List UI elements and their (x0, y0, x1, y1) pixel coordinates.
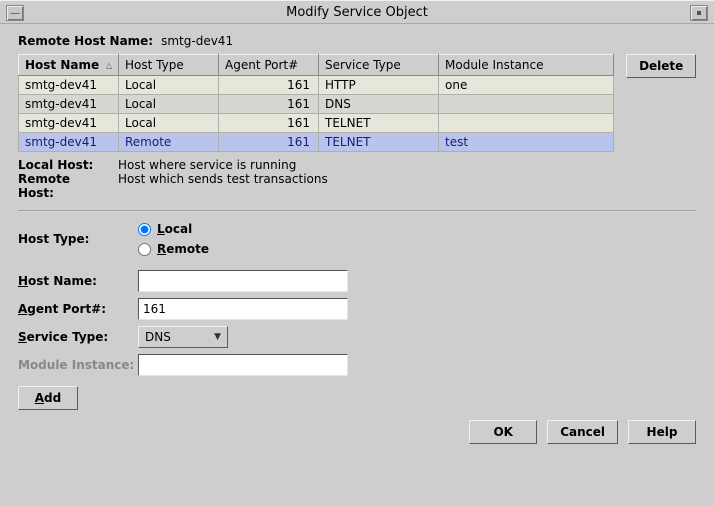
titlebar: — Modify Service Object (0, 0, 714, 24)
window-menu-icon[interactable]: — (6, 5, 24, 21)
dialog-footer: OK Cancel Help (18, 420, 696, 444)
remote-host-label: Remote Host Name: (18, 34, 153, 48)
cell-host_type: Local (119, 76, 219, 95)
cell-agent_port: 161 (219, 114, 319, 133)
cell-host_name: smtg-dev41 (19, 76, 119, 95)
service-type-value: DNS (145, 330, 171, 344)
cell-module_instance: test (439, 133, 614, 152)
service-type-select[interactable]: DNS ▼ (138, 326, 228, 348)
module-instance-label: Module Instance: (18, 358, 138, 372)
cell-agent_port: 161 (219, 76, 319, 95)
window-title: Modify Service Object (286, 5, 428, 20)
cell-service_type: HTTP (319, 76, 439, 95)
table-row[interactable]: smtg-dev41Local161HTTPone (19, 76, 614, 95)
col-module-instance[interactable]: Module Instance (439, 55, 614, 76)
radio-remote-input[interactable] (138, 243, 151, 256)
host-type-label: Host Type: (18, 232, 138, 246)
cell-host_type: Local (119, 114, 219, 133)
sort-asc-icon: △ (106, 61, 112, 70)
legend: Local Host: Host where service is runnin… (18, 158, 696, 200)
separator (18, 210, 696, 212)
cell-service_type: TELNET (319, 133, 439, 152)
cell-agent_port: 161 (219, 95, 319, 114)
radio-local[interactable]: Local (138, 222, 209, 236)
radio-remote[interactable]: Remote (138, 242, 209, 256)
legend-local-desc: Host where service is running (118, 158, 296, 172)
col-host-name[interactable]: Host Name △ (19, 55, 119, 76)
cell-host_type: Remote (119, 133, 219, 152)
window-max-icon[interactable] (690, 5, 708, 21)
ok-button[interactable]: OK (469, 420, 537, 444)
table-row[interactable]: smtg-dev41Remote161TELNETtest (19, 133, 614, 152)
chevron-down-icon: ▼ (214, 332, 221, 342)
cell-agent_port: 161 (219, 133, 319, 152)
table-row[interactable]: smtg-dev41Local161TELNET (19, 114, 614, 133)
col-service-type[interactable]: Service Type (319, 55, 439, 76)
add-button[interactable]: Add (18, 386, 78, 410)
module-instance-input[interactable] (138, 354, 348, 376)
remote-host-header: Remote Host Name: smtg-dev41 (18, 34, 696, 48)
agent-port-input[interactable] (138, 298, 348, 320)
remote-host-value: smtg-dev41 (161, 34, 233, 48)
cell-host_name: smtg-dev41 (19, 133, 119, 152)
host-name-label: Host Name: (18, 274, 138, 288)
legend-local-label: Local Host: (18, 158, 108, 172)
cell-module_instance: one (439, 76, 614, 95)
col-host-name-label: Host Name (25, 58, 99, 72)
cell-host_name: smtg-dev41 (19, 95, 119, 114)
service-type-label: Service Type: (18, 330, 138, 344)
cell-host_name: smtg-dev41 (19, 114, 119, 133)
radio-local-input[interactable] (138, 223, 151, 236)
col-host-type[interactable]: Host Type (119, 55, 219, 76)
help-button[interactable]: Help (628, 420, 696, 444)
cell-host_type: Local (119, 95, 219, 114)
delete-button[interactable]: Delete (626, 54, 696, 78)
agent-port-label: Agent Port#: (18, 302, 138, 316)
col-agent-port[interactable]: Agent Port# (219, 55, 319, 76)
host-name-input[interactable] (138, 270, 348, 292)
cancel-button[interactable]: Cancel (547, 420, 618, 444)
service-table[interactable]: Host Name △ Host Type Agent Port# Servic… (18, 54, 614, 152)
cell-service_type: TELNET (319, 114, 439, 133)
legend-remote-desc: Host which sends test transactions (118, 172, 328, 186)
cell-service_type: DNS (319, 95, 439, 114)
delete-button-label: Delete (639, 59, 683, 73)
cell-module_instance (439, 114, 614, 133)
legend-remote-label: Remote Host: (18, 172, 108, 200)
cell-module_instance (439, 95, 614, 114)
table-row[interactable]: smtg-dev41Local161DNS (19, 95, 614, 114)
